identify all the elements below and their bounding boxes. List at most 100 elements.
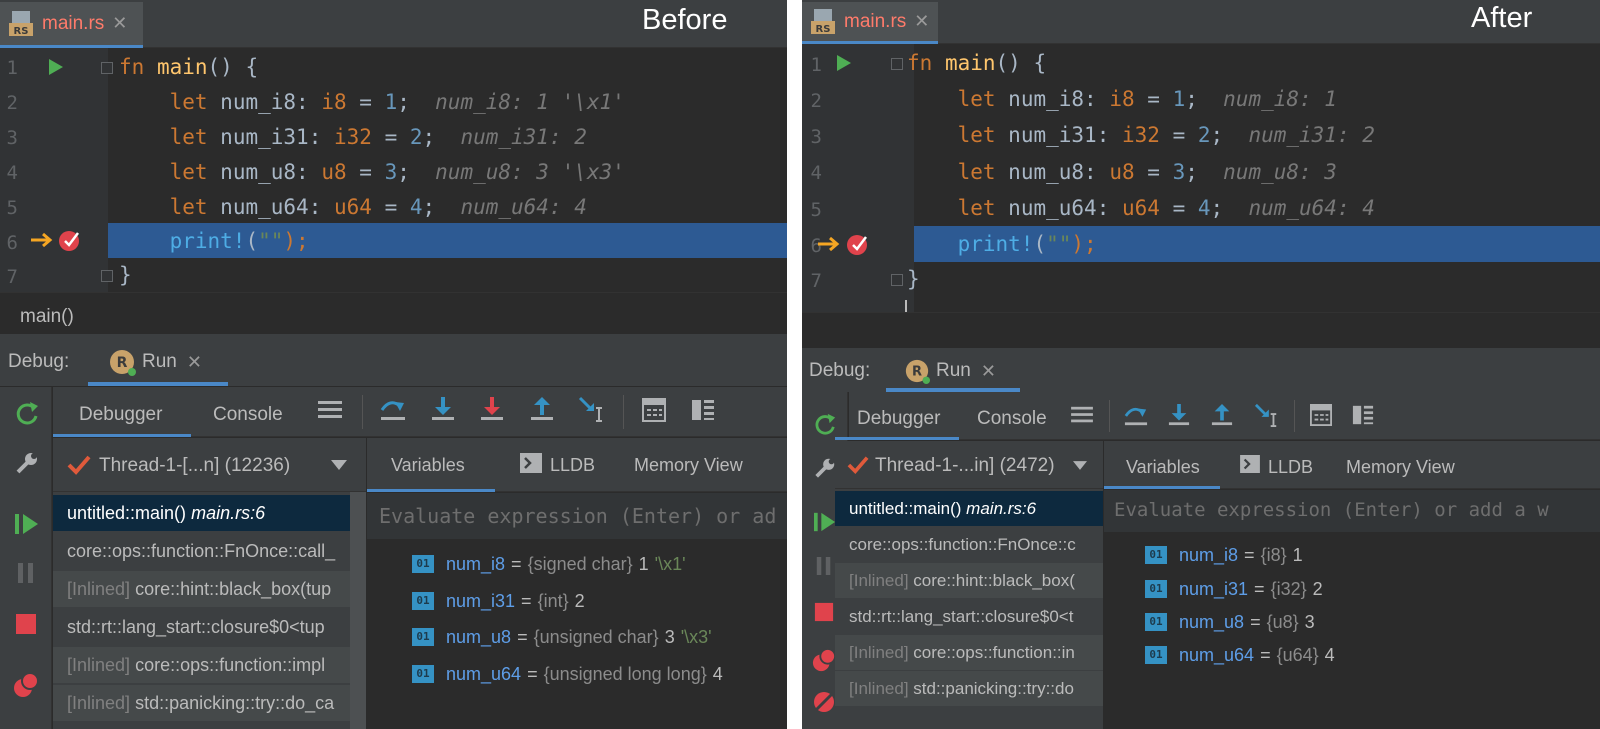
tab-lldb[interactable]: LLDB: [550, 455, 595, 476]
variable-row[interactable]: 01 num_u64 = {u64} 4: [1145, 640, 1335, 670]
inline-value-hint: num_i8: 1 '\x1': [435, 90, 625, 114]
frame-row[interactable]: std::rt::lang_start::closure$0<t: [835, 599, 1103, 634]
evaluate-expression-input[interactable]: Evaluate expression (Enter) or add a w: [1104, 490, 1600, 532]
pause-icon[interactable]: [815, 556, 833, 581]
svg-text:R: R: [912, 365, 922, 380]
layout-menu-icon[interactable]: [1071, 405, 1093, 430]
line-number: 4: [6, 162, 18, 184]
fold-marker-icon[interactable]: [101, 62, 113, 74]
variable-row[interactable]: 01 num_u8 = {unsigned char} 3 '\x3': [412, 622, 712, 652]
frame-row[interactable]: [Inlined] std::panicking::try::do: [835, 671, 1103, 706]
evaluate-expression-input[interactable]: Evaluate expression (Enter) or ad: [367, 493, 787, 539]
file-tab-main-rs[interactable]: RS main.rs ✕: [0, 2, 143, 48]
toolbar-separator: [1294, 400, 1295, 432]
run-to-cursor-icon[interactable]: [578, 396, 606, 427]
breadcrumb[interactable]: main(): [20, 306, 74, 328]
tab-variables[interactable]: Variables: [367, 440, 495, 492]
run-to-cursor-icon[interactable]: [1254, 403, 1280, 432]
resume-icon[interactable]: [14, 512, 40, 541]
fold-marker-icon[interactable]: [891, 274, 903, 286]
code-line: let num_i8: i8 = 1; num_i8: 1: [957, 87, 1337, 111]
tab-debugger[interactable]: Debugger: [835, 394, 959, 440]
force-step-into-icon[interactable]: [480, 396, 504, 427]
run-line-icon[interactable]: [836, 54, 852, 77]
frame-row[interactable]: untitled::main() main.rs:6: [53, 495, 366, 531]
evaluate-icon[interactable]: [642, 398, 666, 427]
frame-row[interactable]: std::rt::lang_start::closure$0<tup: [53, 609, 366, 645]
settings-wrench-icon[interactable]: [14, 450, 40, 481]
frames-scrollbar[interactable]: [350, 492, 366, 729]
line-number: 2: [6, 92, 18, 114]
mute-breakpoints-icon[interactable]: [812, 690, 836, 719]
code-line: let num_u64: u64 = 4; num_u64: 4: [957, 196, 1375, 220]
close-tab-icon[interactable]: ✕: [981, 361, 996, 382]
view-breakpoints-icon[interactable]: [13, 672, 39, 703]
tab-debugger[interactable]: Debugger: [53, 390, 191, 437]
file-tab-main-rs[interactable]: RS main.rs ✕: [802, 2, 938, 44]
tab-memory-view[interactable]: Memory View: [1346, 457, 1455, 478]
memory-layout-icon[interactable]: [691, 398, 715, 427]
evaluate-icon[interactable]: [1310, 404, 1332, 431]
variable-icon: 01: [1145, 580, 1167, 598]
close-tab-icon[interactable]: ✕: [914, 11, 929, 32]
variable-row[interactable]: 01 num_i8 = {signed char} 1 '\x1': [412, 549, 686, 579]
thread-selector[interactable]: Thread-1-[...n] (12236): [53, 438, 366, 492]
frame-row[interactable]: [Inlined] core::hint::black_box(tup: [53, 571, 366, 607]
rerun-icon[interactable]: [813, 412, 837, 441]
thread-check-icon: [847, 456, 869, 475]
tab-lldb[interactable]: LLDB: [1268, 457, 1313, 478]
variable-row[interactable]: 01 num_u64 = {unsigned long long} 4: [412, 659, 723, 689]
frame-row[interactable]: [Inlined] core::hint::black_box(: [835, 563, 1103, 598]
variable-row[interactable]: 01 num_i8 = {i8} 1: [1145, 540, 1303, 570]
step-over-icon[interactable]: [380, 396, 406, 427]
variable-row[interactable]: 01 num_u8 = {u8} 3: [1145, 607, 1315, 637]
frame-row[interactable]: [Inlined] core::ops::function::in: [835, 635, 1103, 670]
breakpoint-icon[interactable]: [846, 232, 870, 261]
run-line-icon[interactable]: [48, 58, 64, 81]
step-into-icon[interactable]: [431, 396, 455, 427]
tab-variables[interactable]: Variables: [1104, 443, 1220, 489]
run-config-tab[interactable]: R Run ✕: [88, 342, 228, 386]
inline-value-hint: num_i31: 2: [460, 125, 587, 149]
frame-row[interactable]: core::ops::function::FnOnce::call_: [53, 533, 366, 569]
variable-row[interactable]: 01 num_i31 = {i32} 2: [1145, 574, 1323, 604]
frame-row[interactable]: [Inlined] core::ops::function::impl: [53, 647, 366, 683]
step-out-icon[interactable]: [530, 396, 554, 427]
memory-layout-icon[interactable]: [1352, 404, 1374, 431]
resume-icon[interactable]: [813, 511, 837, 538]
close-tab-icon[interactable]: ✕: [112, 13, 127, 34]
pause-icon[interactable]: [16, 562, 36, 589]
run-config-tab[interactable]: R Run ✕: [886, 354, 1020, 392]
fold-marker-icon[interactable]: [101, 270, 113, 282]
tab-console[interactable]: Console: [977, 408, 1047, 430]
settings-wrench-icon[interactable]: [813, 456, 837, 485]
close-tab-icon[interactable]: ✕: [187, 352, 202, 373]
variable-icon: 01: [412, 592, 434, 610]
step-over-icon[interactable]: [1124, 403, 1148, 432]
fold-marker-icon[interactable]: [891, 58, 903, 70]
dropdown-arrow-icon: [331, 460, 347, 470]
step-into-icon[interactable]: [1168, 403, 1190, 432]
frame-row[interactable]: untitled::main() main.rs:6: [835, 491, 1103, 526]
debug-label: Debug:: [8, 351, 70, 372]
variable-icon: 01: [1145, 613, 1167, 631]
step-out-icon[interactable]: [1211, 403, 1233, 432]
frames-pane: Thread-1-[...n] (12236) untitled::main()…: [53, 438, 366, 729]
variable-row[interactable]: 01 num_i31 = {int} 2: [412, 586, 585, 616]
panel-caption: Before: [642, 4, 728, 36]
inline-value-hint: num_u64: 4: [1248, 196, 1375, 220]
view-breakpoints-icon[interactable]: [812, 648, 836, 677]
toolbar-separator: [362, 395, 363, 429]
breakpoint-icon[interactable]: [58, 228, 82, 257]
stop-icon[interactable]: [15, 613, 37, 640]
layout-menu-icon[interactable]: [318, 399, 342, 426]
tab-memory-view[interactable]: Memory View: [634, 455, 743, 476]
toolbar-separator: [1109, 400, 1110, 432]
frame-row[interactable]: [Inlined] std::panicking::try::do_ca: [53, 685, 366, 721]
code-line: let num_i8: i8 = 1; num_i8: 1 '\x1': [169, 90, 625, 114]
stop-icon[interactable]: [814, 602, 834, 627]
tab-console[interactable]: Console: [213, 404, 283, 426]
thread-selector[interactable]: Thread-1-...in] (2472): [835, 441, 1103, 489]
frame-row[interactable]: core::ops::function::FnOnce::c: [835, 527, 1103, 562]
rerun-icon[interactable]: [14, 400, 40, 431]
